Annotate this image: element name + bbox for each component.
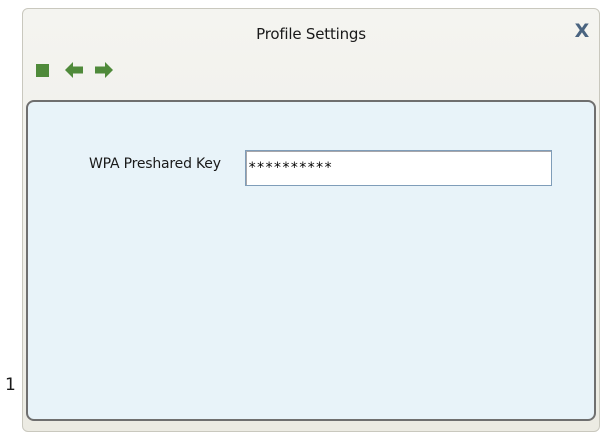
wpa-preshared-key-label: WPA Preshared Key — [89, 156, 221, 172]
window-title: Profile Settings — [256, 25, 366, 43]
arrow-right-icon — [95, 62, 113, 78]
stop-button[interactable] — [33, 59, 55, 81]
arrow-left-icon — [65, 62, 83, 78]
forward-button[interactable] — [93, 59, 115, 81]
stop-icon — [36, 64, 49, 77]
back-button[interactable] — [63, 59, 85, 81]
stray-number-mark: 1 — [5, 375, 16, 395]
close-button[interactable]: X — [573, 21, 591, 41]
settings-panel: WPA Preshared Key — [26, 100, 596, 421]
wpa-preshared-key-input[interactable] — [245, 150, 552, 186]
profile-settings-window: Profile Settings X WPA Preshared Key — [22, 8, 600, 432]
